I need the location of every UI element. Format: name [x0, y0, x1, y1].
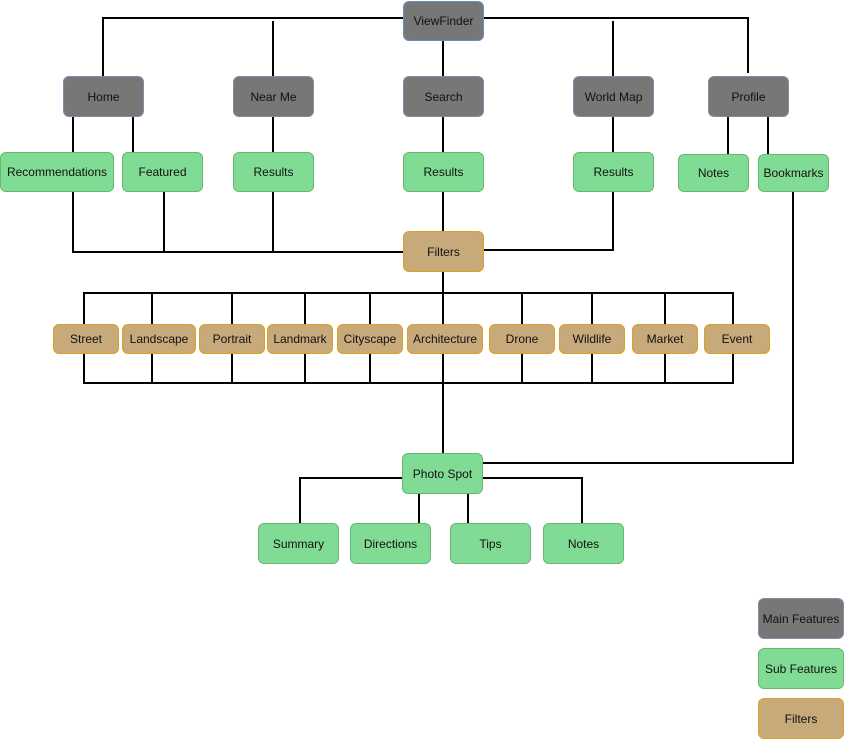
filter-wildlife[interactable]: Wildlife — [559, 324, 625, 354]
node-search[interactable]: Search — [403, 76, 484, 117]
node-summary[interactable]: Summary — [258, 523, 339, 564]
connector-subs-filters-left — [72, 192, 403, 253]
node-photo-spot[interactable]: Photo Spot — [402, 453, 483, 494]
node-near-me[interactable]: Near Me — [233, 76, 314, 117]
legend-main-features: Main Features — [758, 598, 844, 639]
connector-root-bus-right — [483, 17, 749, 73]
node-home[interactable]: Home — [63, 76, 144, 117]
node-nearme-results[interactable]: Results — [233, 152, 314, 192]
node-worldmap-results[interactable]: Results — [573, 152, 654, 192]
filter-market[interactable]: Market — [632, 324, 698, 354]
filter-landmark[interactable]: Landmark — [267, 324, 333, 354]
node-viewfinder[interactable]: ViewFinder — [403, 1, 484, 41]
filter-architecture[interactable]: Architecture — [407, 324, 483, 354]
node-featured[interactable]: Featured — [122, 152, 203, 192]
node-spot-notes[interactable]: Notes — [543, 523, 624, 564]
connector-filter-bus-bottom — [83, 354, 734, 384]
connector-photospot-summary — [299, 477, 403, 523]
connector-filter-bus-top — [83, 292, 734, 324]
node-profile-notes[interactable]: Notes — [678, 154, 749, 192]
sitemap-diagram: ViewFinder Home Near Me Search World Map… — [0, 0, 844, 739]
node-bookmarks[interactable]: Bookmarks — [758, 154, 829, 192]
filter-event[interactable]: Event — [704, 324, 770, 354]
connector-photospot-notes — [483, 477, 583, 523]
filter-drone[interactable]: Drone — [489, 324, 555, 354]
filter-landscape[interactable]: Landscape — [122, 324, 196, 354]
node-profile[interactable]: Profile — [708, 76, 789, 117]
node-tips[interactable]: Tips — [450, 523, 531, 564]
node-world-map[interactable]: World Map — [573, 76, 654, 117]
filter-cityscape[interactable]: Cityscape — [337, 324, 403, 354]
connector-worldmapresults-filters — [483, 192, 614, 251]
node-directions[interactable]: Directions — [350, 523, 431, 564]
legend-sub-features: Sub Features — [758, 648, 844, 689]
node-recommendations[interactable]: Recommendations — [0, 152, 114, 192]
filter-portrait[interactable]: Portrait — [199, 324, 265, 354]
filter-street[interactable]: Street — [53, 324, 119, 354]
node-search-results[interactable]: Results — [403, 152, 484, 192]
node-filters[interactable]: Filters — [403, 231, 484, 272]
legend-filters: Filters — [758, 698, 844, 739]
connector-root-bus — [102, 17, 403, 76]
